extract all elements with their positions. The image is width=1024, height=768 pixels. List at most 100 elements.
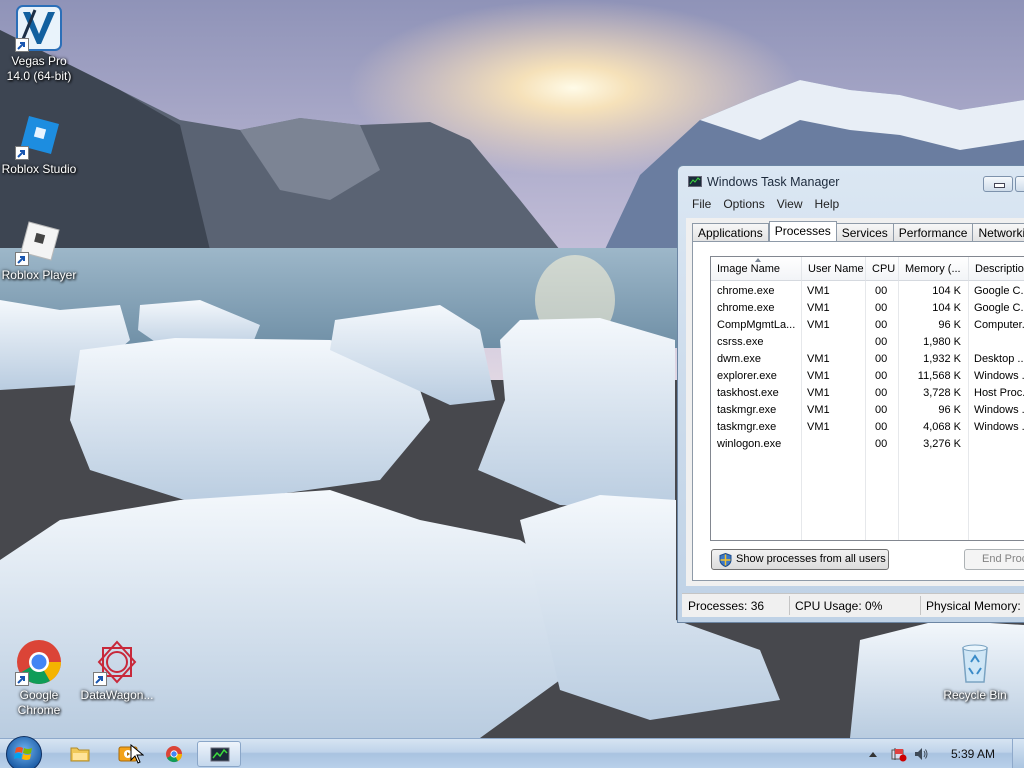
desktop-icon-label: Google Chrome [17, 688, 61, 717]
menu-file[interactable]: File [686, 196, 717, 214]
windows-logo-icon [14, 747, 32, 760]
process-description: Google C... [974, 285, 1024, 297]
processes-panel: Image Name User Name CPU Memory (... Des… [692, 241, 1024, 581]
menu-bar: File Options View Help [686, 196, 845, 214]
process-name: CompMgmtLa... [717, 319, 796, 331]
process-name: chrome.exe [717, 285, 775, 297]
process-cpu: 00 [875, 336, 888, 348]
desktop-icon-recycle-bin[interactable]: Recycle Bin [936, 638, 1014, 703]
taskbar-clock[interactable]: 5:39 AM [951, 747, 995, 761]
process-memory: 3,728 K [923, 387, 961, 399]
process-name: dwm.exe [717, 353, 762, 365]
column-description[interactable]: Description [969, 257, 1024, 281]
tab-applications[interactable]: Applications [692, 223, 769, 242]
taskbar-chrome[interactable] [153, 741, 197, 767]
tab-strip: Applications Processes Services Performa… [692, 221, 1024, 243]
volume-icon[interactable] [913, 746, 929, 762]
column-user-name[interactable]: User Name [802, 257, 866, 281]
desktop-icon-label: Vegas Pro 14.0 (64-bit) [6, 54, 72, 83]
tab-services[interactable]: Services [836, 223, 894, 242]
task-manager-body: Applications Processes Services Performa… [686, 218, 1024, 586]
table-row[interactable]: csrss.exe 00 1,980 K [711, 334, 1024, 351]
maximize-button[interactable] [1015, 176, 1024, 192]
tab-performance[interactable]: Performance [893, 223, 974, 242]
table-row[interactable]: CompMgmtLa... VM1 00 96 K Computer... [711, 317, 1024, 334]
process-description: Windows ... [974, 370, 1024, 382]
desktop-icon-google-chrome[interactable]: Google Chrome [0, 638, 78, 718]
recycle-bin-icon [951, 638, 999, 686]
tab-processes[interactable]: Processes [768, 221, 837, 243]
desktop-icon-vegas-pro[interactable]: Vegas Pro 14.0 (64-bit) [0, 4, 78, 84]
process-cpu: 00 [875, 353, 888, 365]
window-title-bar: Windows Task Manager [688, 175, 840, 189]
desktop-icon-label: Recycle Bin [943, 688, 1007, 702]
desktop-icon-label: DataWagon... [80, 688, 154, 702]
table-row[interactable]: winlogon.exe 00 3,276 K [711, 436, 1024, 453]
column-cpu[interactable]: CPU [866, 257, 899, 281]
taskbar-task-manager[interactable] [197, 741, 241, 767]
status-cpu-usage: CPU Usage: 0% [795, 599, 883, 613]
column-image-name[interactable]: Image Name [711, 257, 802, 281]
show-all-users-button[interactable]: Show processes from all users [711, 549, 889, 570]
task-manager-window[interactable]: Windows Task Manager File Options View H… [677, 165, 1024, 623]
taskbar-file-explorer[interactable] [58, 741, 102, 767]
process-user: VM1 [807, 421, 830, 433]
tab-networking[interactable]: Networking [973, 223, 1024, 242]
process-cpu: 00 [875, 285, 888, 297]
process-cpu: 00 [875, 387, 888, 399]
taskbar: 5:39 AM [0, 736, 1024, 768]
table-row[interactable]: explorer.exe VM1 00 11,568 K Windows ... [711, 368, 1024, 385]
process-description: Computer... [974, 319, 1024, 331]
roblox-player-icon [15, 218, 63, 266]
process-cpu: 00 [875, 438, 888, 450]
process-cpu: 00 [875, 319, 888, 331]
table-row[interactable]: taskmgr.exe VM1 00 4,068 K Windows ... [711, 419, 1024, 436]
process-user: VM1 [807, 370, 830, 382]
minimize-button[interactable] [983, 176, 1013, 192]
start-button[interactable] [6, 736, 42, 768]
status-process-count: Processes: 36 [688, 599, 765, 613]
vegas-pro-icon [15, 4, 63, 52]
process-user: VM1 [807, 285, 830, 297]
process-memory: 1,932 K [923, 353, 961, 365]
process-memory: 4,068 K [923, 421, 961, 433]
status-divider [789, 596, 790, 615]
desktop-icon-datawagon[interactable]: DataWagon... [78, 638, 156, 703]
status-bar: Processes: 36 CPU Usage: 0% Physical Mem… [682, 593, 1024, 617]
desktop-icon-label: Roblox Studio [1, 162, 77, 176]
table-row[interactable]: taskmgr.exe VM1 00 96 K Windows ... [711, 402, 1024, 419]
process-memory: 104 K [932, 302, 961, 314]
process-cpu: 00 [875, 404, 888, 416]
process-cpu: 00 [875, 421, 888, 433]
process-description: Desktop ... [974, 353, 1024, 365]
shortcut-arrow-icon [15, 146, 29, 160]
status-divider [920, 596, 921, 615]
desktop-icon-roblox-studio[interactable]: Roblox Studio [0, 112, 78, 177]
column-memory[interactable]: Memory (... [899, 257, 969, 281]
process-user: VM1 [807, 353, 830, 365]
process-description: Host Proc... [974, 387, 1024, 399]
menu-help[interactable]: Help [809, 196, 846, 214]
show-all-users-label: Show processes from all users [736, 553, 886, 565]
process-memory: 96 K [938, 319, 961, 331]
show-hidden-icons-button[interactable] [869, 748, 877, 757]
process-memory: 96 K [938, 404, 961, 416]
window-title: Windows Task Manager [707, 175, 840, 189]
shortcut-arrow-icon [15, 672, 29, 686]
process-memory: 104 K [932, 285, 961, 297]
end-process-button[interactable]: End Proc [964, 549, 1024, 570]
table-row[interactable]: taskhost.exe VM1 00 3,728 K Host Proc... [711, 385, 1024, 402]
shortcut-arrow-icon [93, 672, 107, 686]
table-row[interactable]: chrome.exe VM1 00 104 K Google C... [711, 283, 1024, 300]
table-row[interactable]: chrome.exe VM1 00 104 K Google C... [711, 300, 1024, 317]
menu-options[interactable]: Options [717, 196, 770, 214]
process-name: explorer.exe [717, 370, 777, 382]
process-list[interactable]: Image Name User Name CPU Memory (... Des… [710, 256, 1024, 541]
process-name: winlogon.exe [717, 438, 782, 450]
desktop-icon-label: Roblox Player [1, 268, 77, 282]
menu-view[interactable]: View [771, 196, 809, 214]
show-desktop-button[interactable] [1012, 739, 1024, 768]
desktop-icon-roblox-player[interactable]: Roblox Player [0, 218, 78, 283]
action-center-flag-icon[interactable] [891, 746, 907, 762]
table-row[interactable]: dwm.exe VM1 00 1,932 K Desktop ... [711, 351, 1024, 368]
